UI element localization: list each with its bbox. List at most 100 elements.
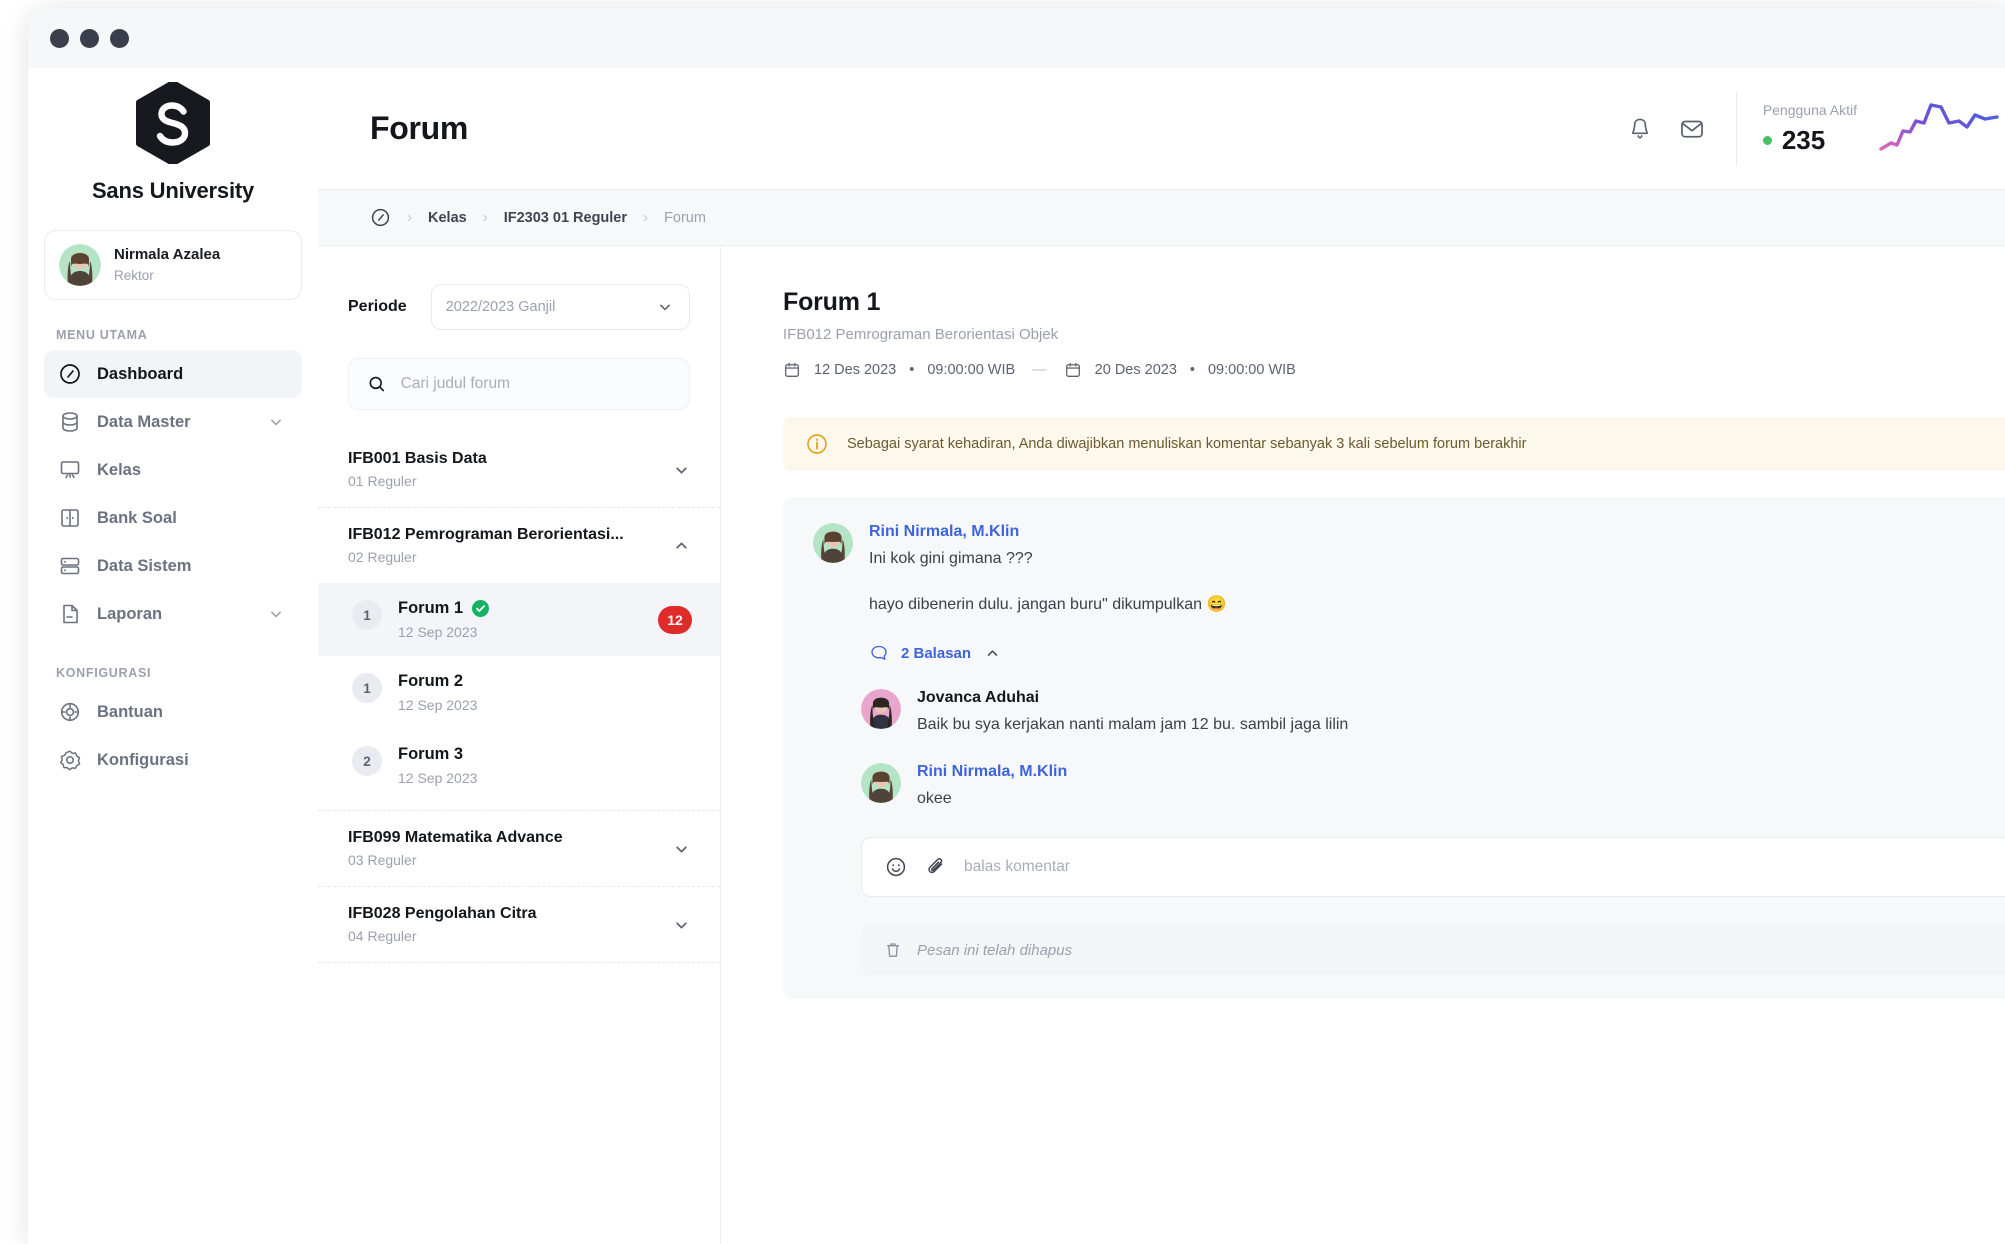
- comment-icon: [871, 645, 887, 660]
- alert-text: Sebagai syarat kehadiran, Anda diwajibka…: [847, 436, 1527, 452]
- calendar-icon: [785, 362, 799, 377]
- replies-count-label: 2 Balasan: [901, 644, 972, 662]
- chevron-down-icon[interactable]: [671, 459, 692, 480]
- replies-list: Jovanca Aduhai Baik bu sya kerjakan nant…: [813, 689, 2005, 811]
- forum-title: Forum 3: [398, 745, 464, 763]
- notifications-button[interactable]: [1614, 103, 1666, 155]
- forum-item-forum-1[interactable]: 1 Forum 1 12 Sep 2023 12: [318, 583, 720, 656]
- paperclip-icon[interactable]: [924, 855, 948, 879]
- main-area: Forum Pengguna Aktif 235 › Kelas › IF230…: [318, 68, 2005, 1244]
- course-subtitle: 04 Reguler: [348, 928, 417, 944]
- forum-title-row: Forum 1: [398, 599, 490, 618]
- window-dot-minimize[interactable]: [80, 28, 99, 48]
- online-status-dot: [1762, 135, 1772, 145]
- forum-search-box[interactable]: [348, 358, 690, 410]
- forum-unread-badge: 12: [658, 605, 692, 634]
- sidebar-item-data-sistem[interactable]: Data Sistem: [44, 542, 302, 590]
- topbar: Forum Pengguna Aktif 235: [318, 68, 2005, 190]
- forum-detail-subtitle: IFB012 Pemrograman Berorientasi Objek: [783, 326, 1059, 343]
- chevron-up-icon[interactable]: [671, 535, 692, 556]
- breadcrumb-separator: ›: [643, 209, 649, 226]
- user-card[interactable]: Nirmala Azalea Rektor: [44, 230, 302, 300]
- sidebar-item-data-master[interactable]: Data Master: [44, 398, 302, 446]
- sidebar-item-kelas[interactable]: Kelas: [44, 446, 302, 494]
- chevron-down-icon: [660, 304, 670, 311]
- reply-body: Rini Nirmala, M.Klin okee: [917, 763, 1067, 811]
- breadcrumb-item-kelas[interactable]: Kelas: [428, 210, 467, 226]
- reply-author[interactable]: Rini Nirmala, M.Klin: [917, 763, 1067, 781]
- course-item-ifb028[interactable]: IFB028 Pengolahan Citra 04 Reguler: [318, 887, 720, 963]
- reply-input-bar[interactable]: [861, 837, 2005, 897]
- student-avatar[interactable]: [861, 689, 901, 729]
- sidebar-item-label: Bantuan: [97, 702, 163, 721]
- attendance-requirement-alert: Sebagai syarat kehadiran, Anda diwajibka…: [783, 417, 2005, 471]
- forum-item-forum-3[interactable]: 2 Forum 3 12 Sep 2023: [318, 729, 720, 810]
- server-icon: [60, 557, 80, 575]
- periode-selected-value: 2022/2023 Ganjil: [445, 299, 556, 315]
- forum-list-panel: Periode 2022/2023 Ganjil Cari judul foru…: [318, 246, 721, 1244]
- deleted-message-text: Pesan ini telah dihapus: [917, 941, 1073, 959]
- brand[interactable]: Sans University: [44, 68, 302, 204]
- date-bullet: •: [909, 362, 915, 378]
- active-users-label: Pengguna Aktif: [1762, 101, 1857, 118]
- trash-icon: [887, 943, 899, 957]
- forum-number-badge: 1: [352, 673, 382, 703]
- forum-end-time: 09:00:00 WIB: [1207, 362, 1296, 378]
- question-bank-icon: [61, 509, 79, 527]
- info-icon: [807, 434, 827, 454]
- teacher-avatar[interactable]: [813, 523, 853, 563]
- sidebar-item-bank-soal[interactable]: Bank Soal: [44, 494, 302, 542]
- forum-detail-header: Forum 1 IFB012 Pemrograman Berorientasi …: [783, 288, 2005, 379]
- forum-detail-panel: Forum 1 IFB012 Pemrograman Berorientasi …: [721, 246, 2005, 1244]
- topbar-divider: [1735, 91, 1737, 166]
- database-icon: [62, 412, 78, 432]
- chevron-up-icon: [987, 649, 998, 656]
- course-item-ifb001[interactable]: IFB001 Basis Data 01 Reguler: [318, 432, 720, 508]
- reply-text: Baik bu sya kerjakan nanti malam jam 12 …: [917, 716, 1349, 733]
- teacher-avatar[interactable]: [861, 763, 901, 803]
- sidebar-item-label: Kelas: [97, 460, 142, 479]
- sidebar-item-konfigurasi[interactable]: Konfigurasi: [44, 736, 302, 784]
- comment-author[interactable]: Rini Nirmala, M.Klin: [869, 523, 1226, 541]
- forum-detail-title: Forum 1: [783, 288, 881, 316]
- breadcrumb-item-forum: Forum: [664, 209, 706, 226]
- activity-sparkline: [1879, 102, 1999, 151]
- root-comment: Rini Nirmala, M.Klin Ini kok gini gimana…: [813, 523, 2005, 663]
- forum-date: 12 Sep 2023: [398, 770, 478, 786]
- sidebar-item-label: Konfigurasi: [97, 750, 189, 769]
- breadcrumb-separator: ›: [407, 209, 412, 226]
- course-item-ifb012[interactable]: IFB012 Pemrograman Berorientasi... 02 Re…: [318, 508, 720, 583]
- sidebar-item-laporan[interactable]: Laporan: [44, 590, 302, 638]
- sidebar-item-bantuan[interactable]: Bantuan: [44, 688, 302, 736]
- chevron-down-icon[interactable]: [671, 838, 692, 859]
- chevron-down-icon: [271, 611, 281, 618]
- search-input[interactable]: [400, 375, 671, 393]
- course-item-ifb099[interactable]: IFB099 Matematika Advance 03 Reguler: [318, 810, 720, 887]
- sidebar: Sans University Nirmala Azalea Rektor ME…: [28, 68, 318, 1244]
- reply-text-input[interactable]: [964, 858, 1994, 876]
- sidebar-item-label: Dashboard: [97, 364, 184, 383]
- forum-number-badge: 2: [352, 746, 382, 776]
- dashboard-icon[interactable]: [370, 207, 391, 228]
- forum-start-date: 12 Des 2023: [814, 362, 897, 378]
- chevron-down-icon[interactable]: [671, 914, 692, 935]
- breadcrumb-item-class[interactable]: IF2303 01 Reguler: [504, 210, 627, 226]
- window-dot-maximize[interactable]: [110, 28, 129, 48]
- sidebar-item-label: Bank Soal: [97, 508, 177, 527]
- forum-end-date: 20 Des 2023: [1094, 362, 1177, 378]
- sidebar-item-dashboard[interactable]: Dashboard: [44, 350, 302, 398]
- reply-author[interactable]: Jovanca Aduhai: [917, 689, 1348, 707]
- sidebar-section-label-konfigurasi: KONFIGURASI: [56, 666, 152, 680]
- emoji-icon[interactable]: [884, 855, 908, 879]
- brand-name: Sans University: [91, 178, 255, 203]
- window-dot-close[interactable]: [50, 28, 69, 48]
- replies-toggle[interactable]: 2 Balasan: [869, 643, 1226, 663]
- content-split: Periode 2022/2023 Ganjil Cari judul foru…: [318, 246, 2005, 1244]
- active-users-widget[interactable]: Pengguna Aktif 235: [1762, 101, 2005, 157]
- periode-select[interactable]: 2022/2023 Ganjil: [430, 284, 690, 330]
- gear-icon: [60, 750, 81, 771]
- window-titlebar: [28, 8, 2005, 68]
- inbox-button[interactable]: [1666, 103, 1718, 155]
- forum-start-time: 09:00:00 WIB: [927, 362, 1016, 378]
- forum-item-forum-2[interactable]: 1 Forum 2 12 Sep 2023: [318, 656, 720, 729]
